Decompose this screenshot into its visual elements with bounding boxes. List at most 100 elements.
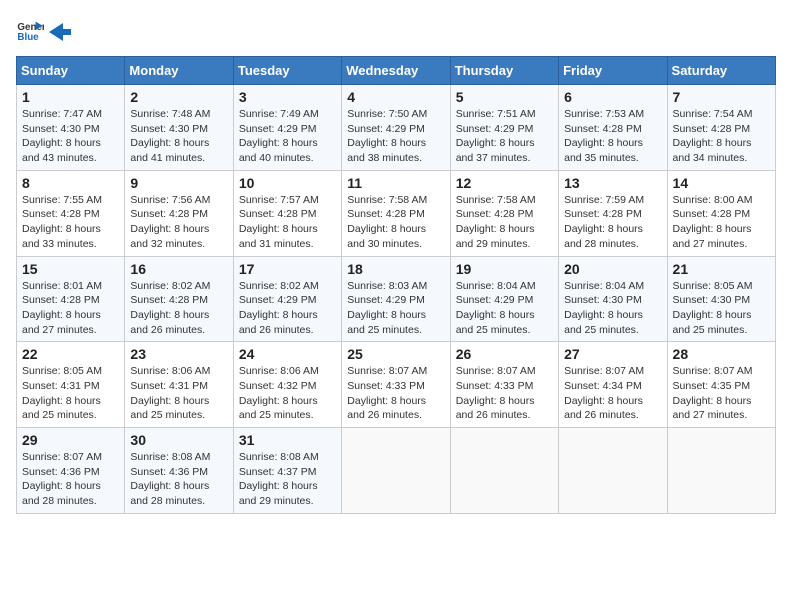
calendar-week-row-1: 1 Sunrise: 7:47 AMSunset: 4:30 PMDayligh… xyxy=(17,85,776,171)
calendar-cell: 30 Sunrise: 8:08 AMSunset: 4:36 PMDaylig… xyxy=(125,428,233,514)
day-detail: Sunrise: 8:02 AMSunset: 4:29 PMDaylight:… xyxy=(239,279,336,338)
page-header: General Blue xyxy=(16,16,776,44)
day-detail: Sunrise: 8:05 AMSunset: 4:31 PMDaylight:… xyxy=(22,364,119,423)
day-detail: Sunrise: 7:47 AMSunset: 4:30 PMDaylight:… xyxy=(22,107,119,166)
calendar-cell: 28 Sunrise: 8:07 AMSunset: 4:35 PMDaylig… xyxy=(667,342,775,428)
day-number: 21 xyxy=(673,261,770,277)
calendar-table: SundayMondayTuesdayWednesdayThursdayFrid… xyxy=(16,56,776,514)
calendar-cell: 7 Sunrise: 7:54 AMSunset: 4:28 PMDayligh… xyxy=(667,85,775,171)
calendar-cell: 11 Sunrise: 7:58 AMSunset: 4:28 PMDaylig… xyxy=(342,170,450,256)
day-number: 13 xyxy=(564,175,661,191)
calendar-cell: 25 Sunrise: 8:07 AMSunset: 4:33 PMDaylig… xyxy=(342,342,450,428)
day-number: 27 xyxy=(564,346,661,362)
calendar-cell: 3 Sunrise: 7:49 AMSunset: 4:29 PMDayligh… xyxy=(233,85,341,171)
day-detail: Sunrise: 7:50 AMSunset: 4:29 PMDaylight:… xyxy=(347,107,444,166)
logo-arrow-icon xyxy=(49,23,71,41)
calendar-cell xyxy=(667,428,775,514)
day-detail: Sunrise: 8:07 AMSunset: 4:35 PMDaylight:… xyxy=(673,364,770,423)
day-detail: Sunrise: 8:00 AMSunset: 4:28 PMDaylight:… xyxy=(673,193,770,252)
day-header-thursday: Thursday xyxy=(450,57,558,85)
calendar-cell: 12 Sunrise: 7:58 AMSunset: 4:28 PMDaylig… xyxy=(450,170,558,256)
calendar-cell: 15 Sunrise: 8:01 AMSunset: 4:28 PMDaylig… xyxy=(17,256,125,342)
day-number: 24 xyxy=(239,346,336,362)
calendar-cell: 31 Sunrise: 8:08 AMSunset: 4:37 PMDaylig… xyxy=(233,428,341,514)
day-number: 3 xyxy=(239,89,336,105)
day-detail: Sunrise: 8:01 AMSunset: 4:28 PMDaylight:… xyxy=(22,279,119,338)
svg-text:Blue: Blue xyxy=(17,32,39,43)
calendar-cell: 9 Sunrise: 7:56 AMSunset: 4:28 PMDayligh… xyxy=(125,170,233,256)
day-detail: Sunrise: 7:48 AMSunset: 4:30 PMDaylight:… xyxy=(130,107,227,166)
day-detail: Sunrise: 8:06 AMSunset: 4:31 PMDaylight:… xyxy=(130,364,227,423)
calendar-cell: 1 Sunrise: 7:47 AMSunset: 4:30 PMDayligh… xyxy=(17,85,125,171)
day-number: 17 xyxy=(239,261,336,277)
day-number: 9 xyxy=(130,175,227,191)
day-number: 19 xyxy=(456,261,553,277)
day-detail: Sunrise: 7:58 AMSunset: 4:28 PMDaylight:… xyxy=(456,193,553,252)
logo: General Blue xyxy=(16,16,72,44)
day-detail: Sunrise: 8:08 AMSunset: 4:36 PMDaylight:… xyxy=(130,450,227,509)
calendar-week-row-5: 29 Sunrise: 8:07 AMSunset: 4:36 PMDaylig… xyxy=(17,428,776,514)
calendar-cell: 16 Sunrise: 8:02 AMSunset: 4:28 PMDaylig… xyxy=(125,256,233,342)
day-header-monday: Monday xyxy=(125,57,233,85)
calendar-cell: 29 Sunrise: 8:07 AMSunset: 4:36 PMDaylig… xyxy=(17,428,125,514)
calendar-cell: 19 Sunrise: 8:04 AMSunset: 4:29 PMDaylig… xyxy=(450,256,558,342)
day-number: 4 xyxy=(347,89,444,105)
day-number: 1 xyxy=(22,89,119,105)
day-number: 8 xyxy=(22,175,119,191)
calendar-cell: 14 Sunrise: 8:00 AMSunset: 4:28 PMDaylig… xyxy=(667,170,775,256)
day-detail: Sunrise: 8:07 AMSunset: 4:33 PMDaylight:… xyxy=(347,364,444,423)
day-number: 31 xyxy=(239,432,336,448)
calendar-cell xyxy=(559,428,667,514)
calendar-week-row-3: 15 Sunrise: 8:01 AMSunset: 4:28 PMDaylig… xyxy=(17,256,776,342)
day-number: 16 xyxy=(130,261,227,277)
calendar-cell: 8 Sunrise: 7:55 AMSunset: 4:28 PMDayligh… xyxy=(17,170,125,256)
day-detail: Sunrise: 8:02 AMSunset: 4:28 PMDaylight:… xyxy=(130,279,227,338)
day-number: 5 xyxy=(456,89,553,105)
day-detail: Sunrise: 8:08 AMSunset: 4:37 PMDaylight:… xyxy=(239,450,336,509)
calendar-cell: 5 Sunrise: 7:51 AMSunset: 4:29 PMDayligh… xyxy=(450,85,558,171)
day-number: 15 xyxy=(22,261,119,277)
calendar-cell: 24 Sunrise: 8:06 AMSunset: 4:32 PMDaylig… xyxy=(233,342,341,428)
day-number: 22 xyxy=(22,346,119,362)
day-number: 7 xyxy=(673,89,770,105)
day-header-friday: Friday xyxy=(559,57,667,85)
day-header-wednesday: Wednesday xyxy=(342,57,450,85)
day-detail: Sunrise: 7:59 AMSunset: 4:28 PMDaylight:… xyxy=(564,193,661,252)
day-number: 12 xyxy=(456,175,553,191)
day-number: 14 xyxy=(673,175,770,191)
day-number: 20 xyxy=(564,261,661,277)
calendar-cell: 22 Sunrise: 8:05 AMSunset: 4:31 PMDaylig… xyxy=(17,342,125,428)
day-header-tuesday: Tuesday xyxy=(233,57,341,85)
day-number: 10 xyxy=(239,175,336,191)
calendar-cell: 4 Sunrise: 7:50 AMSunset: 4:29 PMDayligh… xyxy=(342,85,450,171)
day-number: 26 xyxy=(456,346,553,362)
calendar-cell: 10 Sunrise: 7:57 AMSunset: 4:28 PMDaylig… xyxy=(233,170,341,256)
calendar-cell: 27 Sunrise: 8:07 AMSunset: 4:34 PMDaylig… xyxy=(559,342,667,428)
day-detail: Sunrise: 7:51 AMSunset: 4:29 PMDaylight:… xyxy=(456,107,553,166)
day-detail: Sunrise: 8:04 AMSunset: 4:30 PMDaylight:… xyxy=(564,279,661,338)
calendar-cell xyxy=(450,428,558,514)
day-detail: Sunrise: 7:49 AMSunset: 4:29 PMDaylight:… xyxy=(239,107,336,166)
calendar-week-row-4: 22 Sunrise: 8:05 AMSunset: 4:31 PMDaylig… xyxy=(17,342,776,428)
day-number: 6 xyxy=(564,89,661,105)
calendar-cell: 18 Sunrise: 8:03 AMSunset: 4:29 PMDaylig… xyxy=(342,256,450,342)
calendar-cell: 13 Sunrise: 7:59 AMSunset: 4:28 PMDaylig… xyxy=(559,170,667,256)
calendar-header-row: SundayMondayTuesdayWednesdayThursdayFrid… xyxy=(17,57,776,85)
day-header-saturday: Saturday xyxy=(667,57,775,85)
day-detail: Sunrise: 8:07 AMSunset: 4:34 PMDaylight:… xyxy=(564,364,661,423)
day-detail: Sunrise: 7:54 AMSunset: 4:28 PMDaylight:… xyxy=(673,107,770,166)
day-number: 25 xyxy=(347,346,444,362)
day-detail: Sunrise: 7:56 AMSunset: 4:28 PMDaylight:… xyxy=(130,193,227,252)
day-number: 11 xyxy=(347,175,444,191)
day-detail: Sunrise: 7:58 AMSunset: 4:28 PMDaylight:… xyxy=(347,193,444,252)
day-number: 2 xyxy=(130,89,227,105)
day-header-sunday: Sunday xyxy=(17,57,125,85)
day-detail: Sunrise: 8:06 AMSunset: 4:32 PMDaylight:… xyxy=(239,364,336,423)
calendar-cell: 20 Sunrise: 8:04 AMSunset: 4:30 PMDaylig… xyxy=(559,256,667,342)
calendar-cell: 26 Sunrise: 8:07 AMSunset: 4:33 PMDaylig… xyxy=(450,342,558,428)
day-number: 29 xyxy=(22,432,119,448)
day-detail: Sunrise: 7:57 AMSunset: 4:28 PMDaylight:… xyxy=(239,193,336,252)
day-number: 18 xyxy=(347,261,444,277)
day-number: 28 xyxy=(673,346,770,362)
day-number: 23 xyxy=(130,346,227,362)
